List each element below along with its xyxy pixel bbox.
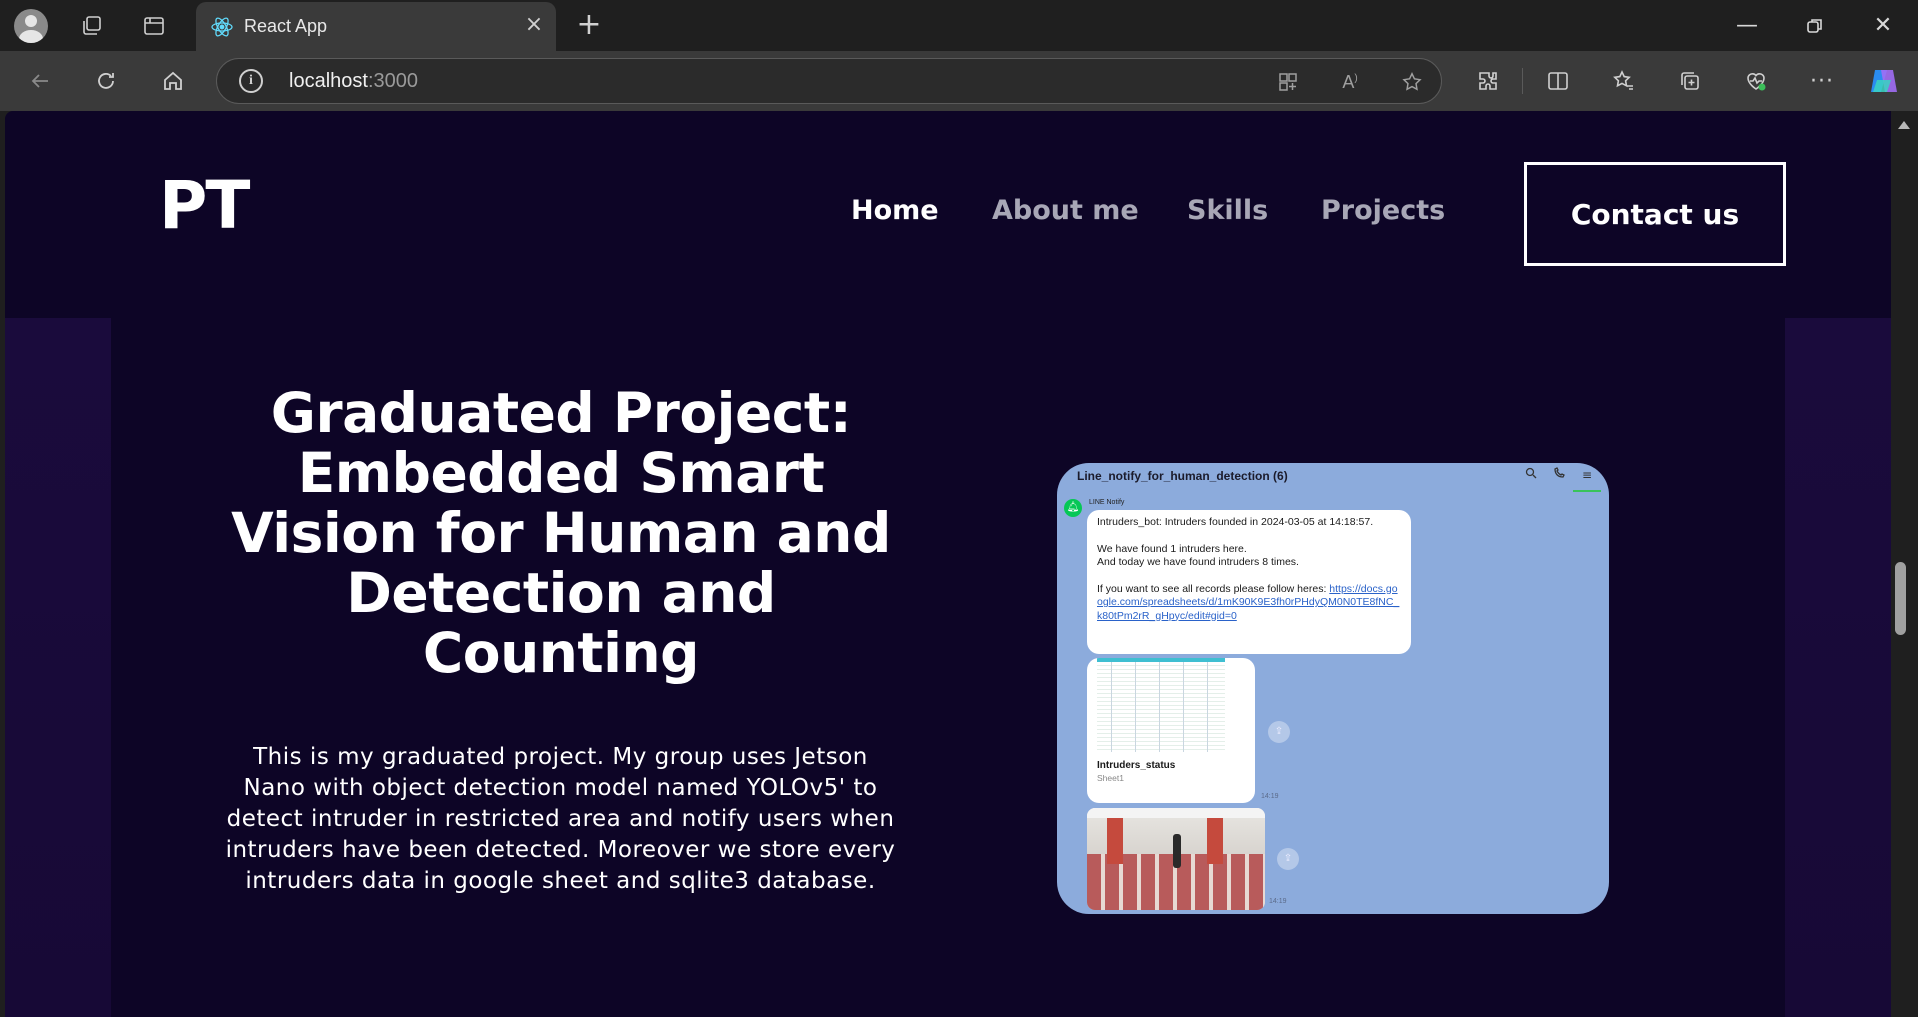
project-title: Graduated Project: Embedded Smart Vision… [231, 381, 891, 685]
nav-skills[interactable]: Skills [1187, 195, 1268, 226]
copilot-icon[interactable] [1866, 63, 1902, 99]
chat-sender: LINE Notify [1089, 499, 1125, 506]
nav-about-me[interactable]: About me [992, 195, 1139, 226]
project-screenshot: Line_notify_for_human_detection (6) ≡ 🔔︎… [1057, 463, 1609, 914]
sheet-title: Intruders_status [1097, 760, 1176, 771]
favorites-icon[interactable] [1606, 63, 1642, 99]
message-time-2: 14:19 [1269, 898, 1287, 905]
page-scrollbar[interactable] [1891, 111, 1918, 1017]
spreadsheet-thumbnail [1097, 658, 1225, 752]
toolbar-separator [1522, 68, 1523, 94]
search-icon [1523, 467, 1539, 483]
page-viewport: PT Home About me Skills Projects Contact… [5, 111, 1891, 1017]
more-options-icon[interactable]: ··· [1804, 63, 1840, 99]
menu-icon: ≡ [1581, 468, 1593, 482]
workspaces-icon[interactable] [76, 10, 108, 42]
message-time: 14:19 [1261, 793, 1279, 800]
chat-active-indicator [1573, 490, 1601, 492]
minimize-icon[interactable]: — [1724, 8, 1770, 44]
chat-message-bubble: Intruders_bot: Intruders founded in 2024… [1087, 510, 1411, 654]
contact-us-button[interactable]: Contact us [1524, 162, 1786, 266]
right-side-panel [1785, 318, 1891, 1017]
tab-title: React App [244, 16, 328, 36]
chat-header: Line_notify_for_human_detection (6) [1077, 469, 1288, 483]
spreadsheet-preview: Intruders_status Sheet1 [1087, 658, 1255, 803]
line-notify-bell-icon: 🔔︎ [1064, 499, 1082, 517]
scroll-thumb[interactable] [1895, 562, 1906, 635]
address-bar[interactable]: i localhost:3000 A) [216, 58, 1442, 104]
nav-projects[interactable]: Projects [1321, 195, 1445, 226]
url-text[interactable]: localhost:3000 [289, 70, 418, 93]
collections-icon[interactable] [1672, 63, 1708, 99]
back-icon[interactable] [22, 63, 58, 99]
new-tab-icon[interactable]: + [572, 8, 606, 42]
browser-toolbar: i localhost:3000 A) ··· [0, 51, 1918, 111]
close-tab-icon[interactable]: × [522, 14, 546, 38]
read-aloud-icon[interactable]: A) [1335, 67, 1365, 97]
close-window-icon[interactable]: ✕ [1860, 8, 1906, 44]
extensions-icon[interactable] [1470, 63, 1506, 99]
site-logo[interactable]: PT [159, 167, 250, 244]
restore-icon[interactable] [1792, 8, 1838, 44]
scroll-up-arrow-icon[interactable] [1898, 121, 1910, 129]
refresh-icon[interactable] [88, 63, 124, 99]
intruder-photo [1087, 808, 1265, 910]
profile-avatar-icon[interactable] [14, 9, 48, 43]
nav-home[interactable]: Home [851, 195, 939, 226]
info-icon[interactable]: i [239, 69, 263, 93]
browser-tab[interactable]: React App × [196, 2, 556, 51]
sheet-subtitle: Sheet1 [1097, 773, 1124, 783]
home-icon[interactable] [155, 63, 191, 99]
favorite-star-icon[interactable] [1397, 67, 1427, 97]
share-icon-2: ⇪ [1277, 848, 1299, 870]
project-description: This is my graduated project. My group u… [225, 744, 896, 894]
react-icon [211, 17, 233, 37]
split-screen-icon[interactable] [1540, 63, 1576, 99]
browser-essentials-icon[interactable] [1738, 63, 1774, 99]
left-side-panel [5, 318, 111, 1017]
phone-icon [1551, 467, 1567, 483]
browser-tab-bar: React App × + — ✕ [0, 0, 1918, 51]
app-available-icon[interactable] [1273, 67, 1303, 97]
share-icon: ⇪ [1268, 721, 1290, 743]
tab-actions-icon[interactable] [138, 10, 170, 42]
